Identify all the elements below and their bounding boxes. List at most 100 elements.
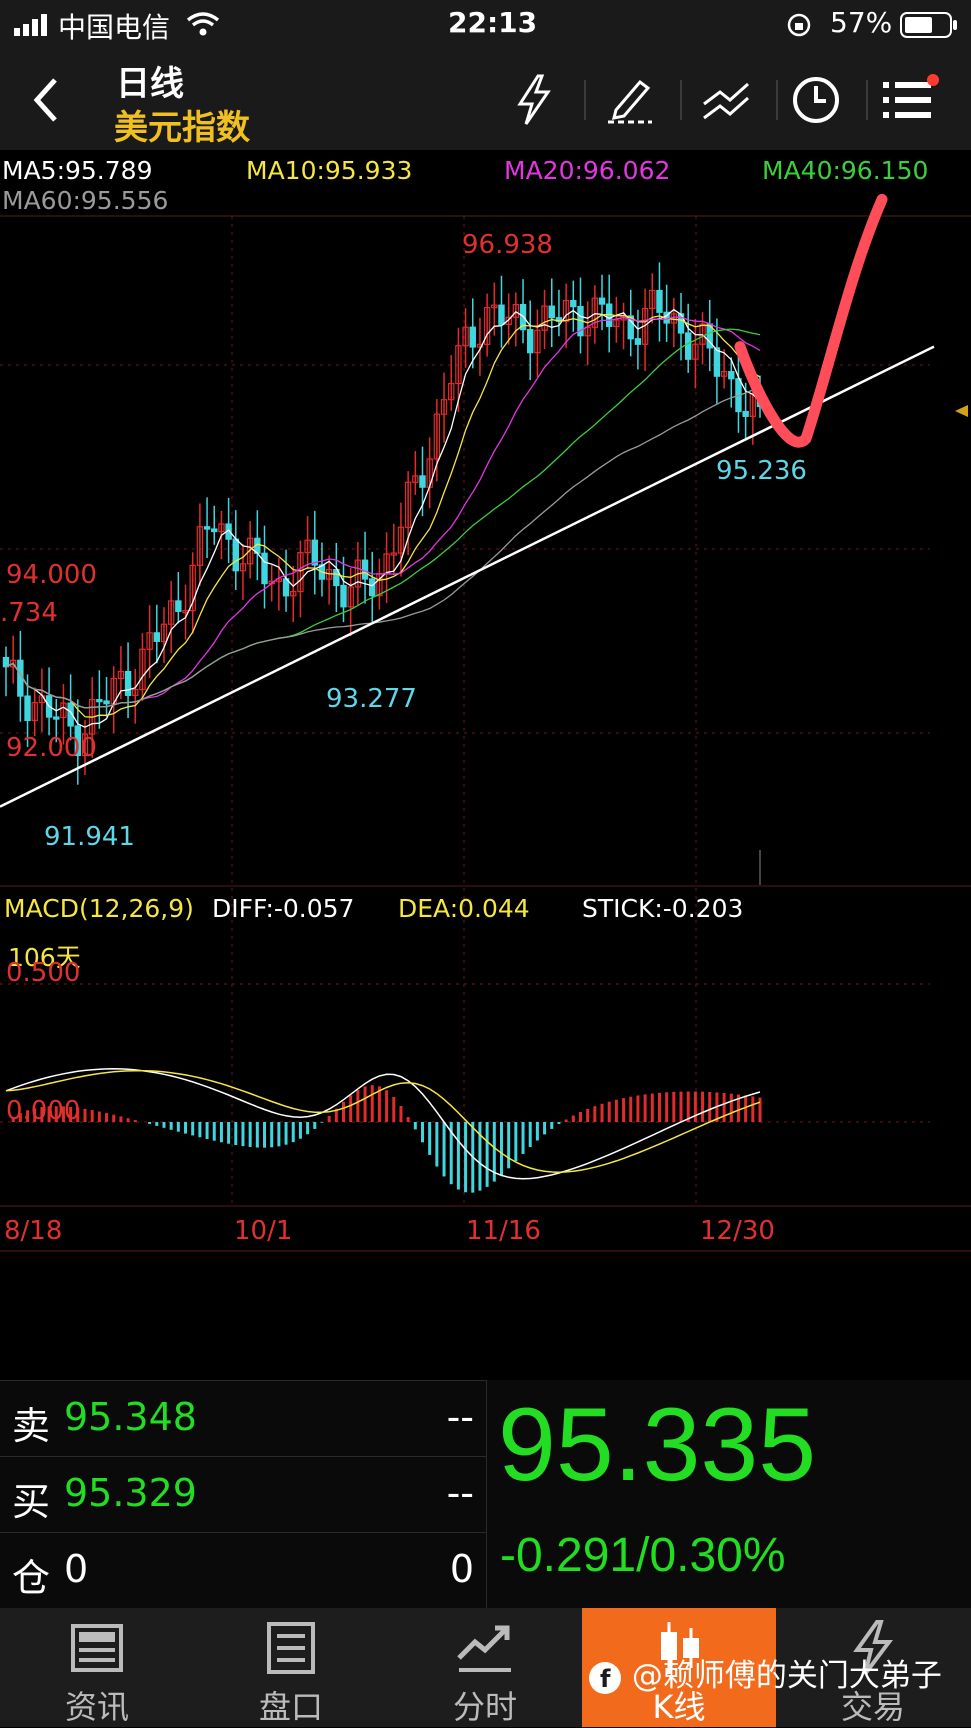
candle-body-17 (124, 670, 132, 696)
candle-body-51 (369, 578, 376, 597)
menu-button[interactable] (878, 68, 942, 132)
ma10-line (5, 313, 761, 718)
candle-body-76 (548, 305, 555, 319)
rotation-lock-icon (786, 12, 812, 42)
signal-icon (14, 14, 52, 40)
lightning-icon (517, 74, 551, 125)
price-axis-label-94: 94.000 (6, 560, 97, 590)
buy-price: 95.329 (64, 1471, 197, 1515)
candle-body-58 (419, 475, 426, 488)
back-icon (33, 78, 57, 122)
period-title: 日线 (116, 64, 184, 104)
candle-body-43 (311, 539, 318, 566)
buy-label: 买 (12, 1480, 51, 1524)
status-bar: 中国电信 22:13 57% (0, 0, 971, 50)
macd-diff: DIFF:-0.057 (212, 894, 355, 923)
tab-label: 盘口 (258, 1688, 323, 1726)
candle-body-7 (53, 716, 60, 720)
watermark-text: @赖师傅的关门大弟子 (631, 1658, 942, 1694)
header: 日线 美元指数 (0, 50, 971, 150)
candle-body-88 (634, 338, 642, 345)
carrier-name: 中国电信 (58, 11, 171, 44)
ma60-line (5, 386, 761, 709)
sell-label: 卖 (12, 1404, 51, 1448)
macd-axis-label-0-5: 0.500 (6, 958, 81, 988)
trend-lines-icon (703, 82, 749, 120)
back-button[interactable] (14, 68, 78, 132)
position-left-value: 0 (64, 1547, 89, 1591)
candle-body-99 (713, 347, 721, 377)
tab-label: 分时 (452, 1688, 517, 1726)
sell-price: 95.348 (64, 1395, 197, 1439)
candle-body-50 (361, 559, 369, 580)
left-low-annotation: 91.941 (44, 822, 135, 852)
candle-body-32 (232, 538, 239, 572)
clock-time: 22:13 (448, 6, 538, 39)
ma40-line (5, 328, 761, 709)
position-row: 仓 0 0 (0, 1532, 486, 1609)
candlestick-chart (0, 193, 971, 1252)
candle-body-83 (598, 297, 606, 305)
candle-body-21 (153, 632, 160, 642)
price-change: -0.291/0.30% (500, 1529, 786, 1582)
sell-row: 卖 95.348 -- (0, 1380, 486, 1457)
kline-chart-panel[interactable]: MA5:95.789 MA10:95.933 MA20:96.062 MA40:… (0, 150, 971, 1378)
candle-body-47 (340, 584, 347, 608)
position-label: 仓 (12, 1556, 51, 1600)
candle-body-95 (684, 332, 692, 360)
draw-pen-icon (608, 79, 652, 124)
tab-label: 资讯 (64, 1688, 129, 1726)
tab-order-book[interactable]: 盘口 (194, 1608, 388, 1727)
macd-dea-line (5, 1069, 761, 1173)
macd-diff-line (5, 1068, 761, 1180)
candle-body-69 (498, 304, 505, 326)
tab-news[interactable]: 资讯 (0, 1608, 194, 1727)
candle-body-24 (175, 600, 182, 612)
lightning-button[interactable] (502, 68, 566, 132)
hand-drawn-projection (734, 193, 888, 448)
date-label-4: 12/30 (700, 1216, 775, 1246)
recent-low-annotation: 95.236 (716, 456, 807, 486)
macd-stick: STICK:-0.203 (582, 894, 744, 923)
clock-icon (793, 77, 839, 123)
news-icon (71, 1624, 123, 1672)
ma20-line (5, 316, 761, 709)
high-annotation: 96.938 (462, 230, 553, 260)
candle-body-91 (656, 289, 663, 313)
candle-body-73 (527, 329, 534, 354)
candle-body-103 (742, 410, 749, 417)
date-label-2: 10/1 (234, 1216, 293, 1246)
order-book-icon (267, 1622, 315, 1674)
support-trend-line (0, 345, 935, 808)
history-button[interactable] (784, 68, 848, 132)
menu-icon (883, 74, 939, 118)
date-label-3: 11/16 (466, 1216, 541, 1246)
candle-body-36 (261, 552, 268, 585)
trend-lines-button[interactable] (694, 68, 758, 132)
candle-body-79 (570, 300, 577, 308)
ma5-line (5, 308, 761, 728)
buy-volume: -- (446, 1471, 474, 1515)
candle-body-28 (203, 526, 211, 530)
price-axis-label-partial: .734 (0, 598, 58, 628)
mid-low-annotation: 93.277 (326, 684, 417, 714)
candle-body-29 (211, 528, 218, 533)
last-price: 95.335 (498, 1387, 817, 1503)
svg-text:f: f (600, 1665, 611, 1693)
instrument-title: 美元指数 (114, 108, 250, 148)
quote-panel: 卖 95.348 -- 买 95.329 -- 仓 0 0 95.335 -0.… (0, 1380, 971, 1608)
macd-title: MACD(12,26,9) (4, 894, 194, 923)
candle-body-14 (103, 700, 110, 705)
macd-dea: DEA:0.044 (398, 894, 530, 923)
date-label-1: 8/18 (4, 1216, 63, 1246)
wifi-icon (186, 10, 220, 42)
logo-icon: f (589, 1661, 621, 1694)
tab-intraday[interactable]: 分时 (388, 1608, 582, 1727)
buy-row: 买 95.329 -- (0, 1456, 486, 1533)
intraday-icon (457, 1625, 511, 1672)
draw-button[interactable] (598, 68, 662, 132)
current-price-marker (955, 405, 968, 417)
watermark: f @赖师傅的关门大弟子 (588, 1650, 942, 1695)
price-axis-label-92: 92.000 (6, 733, 97, 763)
candle-body-13 (96, 699, 103, 703)
